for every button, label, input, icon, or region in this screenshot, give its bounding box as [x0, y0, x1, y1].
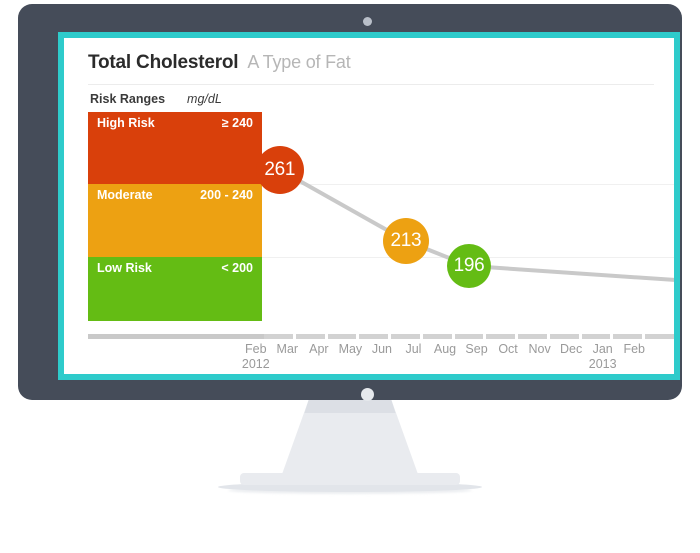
x-axis-tick: [581, 334, 611, 339]
x-axis-tick: [359, 334, 389, 339]
risk-ranges-label: Risk Ranges: [90, 92, 166, 106]
risk-band-low[interactable]: Low Risk < 200: [88, 257, 262, 321]
data-point-value: 196: [453, 254, 485, 276]
risk-ranges-header: Risk Ranges mg/dL: [90, 92, 222, 106]
monitor-stand-neck-top: [304, 400, 396, 413]
x-axis-ticks: [264, 334, 674, 339]
x-axis-tick: [613, 334, 643, 339]
x-axis-tick: [391, 334, 420, 339]
monitor-frame: Total Cholesterol A Type of Fat Risk Ran…: [18, 4, 682, 401]
x-axis-solid-segment: [88, 334, 264, 339]
x-axis-tick: [327, 334, 357, 339]
data-point-value: 213: [390, 229, 422, 251]
risk-band-legend: High Risk ≥ 240 Moderate 200 - 240 Low R…: [88, 112, 262, 321]
risk-band-low-label: Low Risk: [97, 261, 152, 275]
data-point-bubble[interactable]: 213: [382, 217, 429, 264]
x-axis-tick: [454, 334, 484, 339]
data-point-value: 261: [264, 158, 296, 180]
x-axis-labels: Feb 2012 Mar Apr May Jun Jul Aug Sep Oct Nov Dec Jan…: [240, 342, 660, 374]
chart-subtitle: A Type of Fat: [247, 52, 351, 72]
risk-band-high[interactable]: High Risk ≥ 240: [88, 112, 262, 184]
page-title: Total Cholesterol A Type of Fat: [88, 52, 351, 74]
x-axis: [88, 334, 674, 339]
x-axis-year-label: 2012: [241, 357, 270, 371]
x-axis-tick: [486, 334, 516, 339]
risk-band-low-range: < 200: [221, 261, 253, 275]
risk-band-moderate-range: 200 - 240: [200, 188, 253, 202]
header-divider: [88, 84, 654, 85]
unit-label: mg/dL: [187, 92, 222, 106]
webcam-icon: [363, 17, 372, 26]
data-point-bubble[interactable]: 196: [447, 243, 491, 288]
chart-title: Total Cholesterol: [88, 52, 239, 73]
data-point-bubble[interactable]: 261: [255, 145, 304, 194]
risk-band-high-range: ≥ 240: [221, 116, 253, 130]
x-axis-label: Feb: [623, 342, 645, 356]
x-axis-year-label: 2013: [588, 357, 617, 371]
x-axis-tick: [549, 334, 579, 339]
risk-band-high-label: High Risk: [97, 116, 155, 130]
risk-band-moderate[interactable]: Moderate 200 - 240: [88, 184, 262, 257]
x-axis-tick: [295, 334, 325, 339]
screen: Total Cholesterol A Type of Fat Risk Ran…: [64, 38, 674, 374]
x-axis-tick: [264, 334, 293, 339]
power-indicator-icon[interactable]: [361, 388, 374, 401]
x-axis-tick: [645, 334, 674, 339]
screen-bezel: Total Cholesterol A Type of Fat Risk Ran…: [58, 32, 680, 380]
x-axis-tick: [422, 334, 452, 339]
x-axis-tick: [518, 334, 547, 339]
risk-band-moderate-label: Moderate: [97, 188, 153, 202]
monitor-scene: Total Cholesterol A Type of Fat Risk Ran…: [0, 0, 700, 553]
